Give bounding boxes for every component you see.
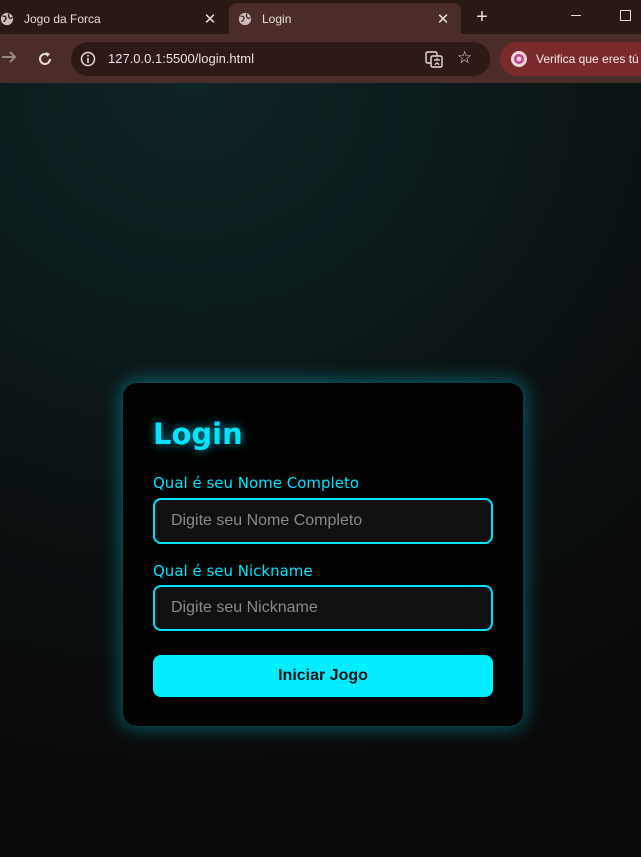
full-name-input[interactable]	[153, 498, 493, 544]
url-text[interactable]: 127.0.0.1:5500/login.html	[108, 51, 254, 66]
new-tab-button[interactable]: +	[470, 5, 494, 29]
bookmark-star-icon[interactable]: ☆	[457, 48, 472, 68]
login-card: Login Qual é seu Nome Completo Qual é se…	[123, 383, 523, 726]
page-viewport: Login Qual é seu Nome Completo Qual é se…	[0, 83, 641, 857]
forward-icon[interactable]	[0, 47, 18, 67]
tab-login[interactable]: Login ✕	[229, 3, 461, 34]
browser-tabstrip: Jogo da Forca ✕ Login ✕ +	[0, 0, 641, 34]
globe-icon	[238, 12, 252, 25]
nickname-label: Qual é seu Nickname	[153, 562, 313, 580]
address-bar[interactable]: 127.0.0.1:5500/login.html ☆	[71, 42, 490, 76]
start-game-button[interactable]: Iniciar Jogo	[153, 655, 493, 697]
nickname-input[interactable]	[153, 585, 493, 631]
profile-chip-text: Verifica que eres tú	[536, 52, 639, 66]
close-tab-icon[interactable]: ✕	[198, 10, 222, 28]
translate-icon[interactable]	[425, 50, 443, 68]
minimize-icon[interactable]	[571, 15, 581, 16]
globe-icon	[0, 12, 14, 25]
login-title: Login	[153, 417, 243, 451]
name-label: Qual é seu Nome Completo	[153, 474, 360, 492]
profile-avatar-icon	[511, 51, 527, 67]
profile-chip[interactable]: Verifica que eres tú	[500, 42, 641, 76]
close-tab-icon[interactable]: ✕	[431, 10, 455, 28]
reload-icon[interactable]	[36, 50, 54, 68]
site-info-icon[interactable]	[80, 51, 96, 67]
tab-title: Login	[262, 11, 292, 26]
maximize-icon[interactable]	[620, 10, 631, 21]
tab-title: Jogo da Forca	[24, 11, 101, 26]
tab-jogo-da-forca[interactable]: Jogo da Forca ✕	[0, 3, 228, 34]
